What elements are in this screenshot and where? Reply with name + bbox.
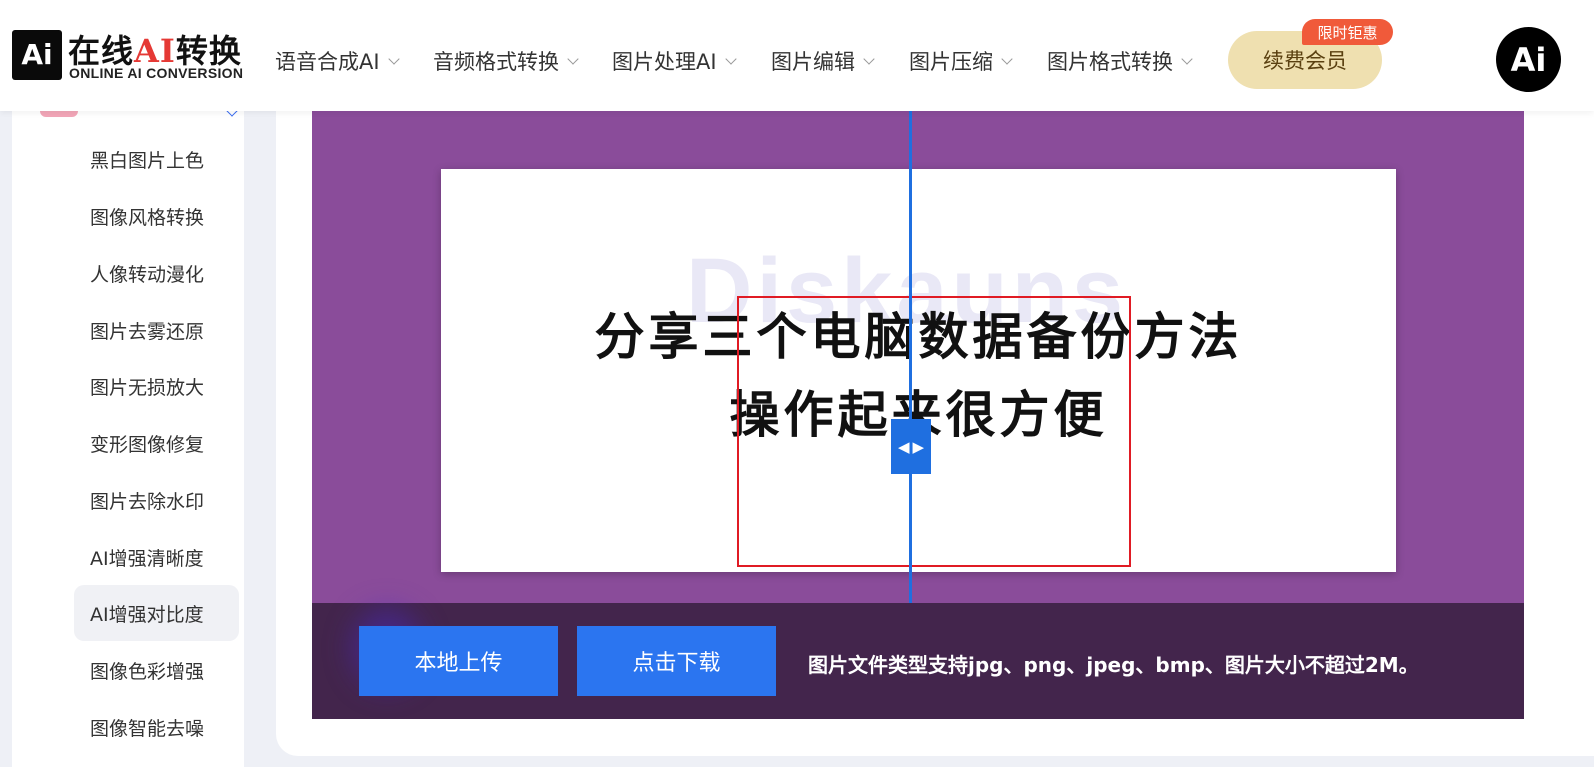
nav-image-format[interactable]: 图片格式转换: [1047, 46, 1193, 76]
sidebar: 黑白图片上色 图像风格转换 人像转动漫化 图片去雾还原 图片无损放大 变形图像修…: [12, 103, 244, 767]
arrow-left-icon: ◀: [897, 437, 910, 456]
sidebar-item-style-transfer[interactable]: 图像风格转换: [74, 188, 239, 244]
nav-image-ai[interactable]: 图片处理AI: [612, 46, 737, 76]
sidebar-item-anime[interactable]: 人像转动漫化: [74, 245, 239, 301]
nav-image-compress[interactable]: 图片压缩: [909, 46, 1013, 76]
sidebar-item-denoise[interactable]: 图像智能去噪: [74, 699, 239, 755]
nav-image-edit[interactable]: 图片编辑: [771, 46, 875, 76]
compare-slider-handle[interactable]: ◀ ▶: [891, 419, 931, 474]
chevron-down-icon: [724, 52, 737, 65]
nav-label: 语音合成AI: [275, 50, 380, 74]
sidebar-item-upscale[interactable]: 图片无损放大: [74, 358, 239, 414]
selection-box[interactable]: [737, 296, 1131, 567]
top-header: Ai 在线AI转换 ONLINE AI CONVERSION 语音合成AI 音频…: [0, 0, 1594, 111]
arrow-right-icon: ▶: [912, 437, 925, 456]
nav-tts-ai[interactable]: 语音合成AI: [275, 46, 400, 76]
user-avatar[interactable]: Ai: [1496, 27, 1561, 92]
sidebar-item-dehaze[interactable]: 图片去雾还原: [74, 302, 239, 358]
sidebar-item-colorize[interactable]: 黑白图片上色: [74, 131, 239, 187]
sidebar-item-repair[interactable]: 变形图像修复: [74, 415, 239, 471]
sidebar-item-contrast[interactable]: AI增强对比度: [74, 585, 239, 641]
promo-badge: 限时钜惠: [1302, 19, 1393, 45]
nav-audio-convert[interactable]: 音频格式转换: [433, 46, 579, 76]
nav-label: 音频格式转换: [433, 50, 559, 74]
nav-label: 图片格式转换: [1047, 50, 1173, 74]
image-compare-editor[interactable]: Diskauns 分享三个电脑数据备份方法 操作起来很方便 ◀ ▶ 本地上传 点击…: [312, 111, 1524, 719]
chevron-down-icon: [863, 52, 875, 65]
logo-mark[interactable]: Ai: [12, 30, 62, 80]
nav-label: 图片处理AI: [612, 50, 717, 74]
chevron-down-icon: [1181, 52, 1193, 65]
sidebar-item-sharpen[interactable]: AI增强清晰度: [74, 529, 239, 585]
sidebar-item-color-enhance[interactable]: 图像色彩增强: [74, 642, 239, 698]
chevron-down-icon: [1001, 52, 1013, 65]
file-type-hint: 图片文件类型支持jpg、png、jpeg、bmp、图片大小不超过2M。: [808, 653, 1419, 677]
chevron-down-icon: [387, 52, 400, 65]
download-button[interactable]: 点击下载: [577, 626, 776, 696]
sidebar-item-remove-watermark[interactable]: 图片去除水印: [74, 472, 239, 528]
nav-label: 图片压缩: [909, 50, 993, 74]
upload-button[interactable]: 本地上传: [359, 626, 558, 696]
logo-subtitle: ONLINE AI CONVERSION: [69, 65, 244, 81]
nav-label: 图片编辑: [771, 50, 855, 74]
editor-toolbar: 本地上传 点击下载 图片文件类型支持jpg、png、jpeg、bmp、图片大小不…: [312, 603, 1524, 719]
chevron-down-icon: [567, 52, 579, 65]
